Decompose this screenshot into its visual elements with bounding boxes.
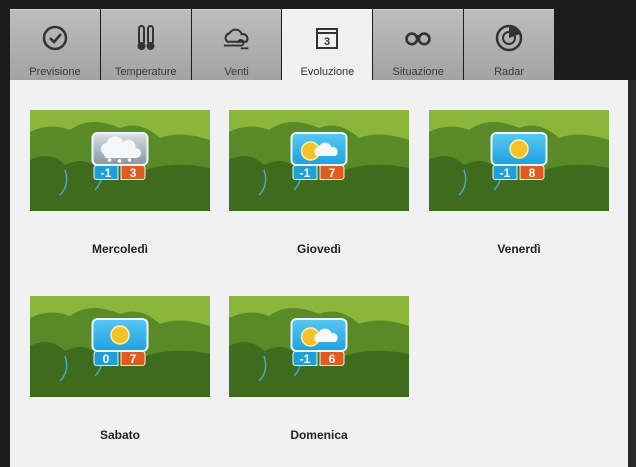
- max-temp: 6: [319, 351, 345, 366]
- forecast-card[interactable]: -1 6 Domenica: [229, 296, 409, 442]
- max-temp: 8: [519, 165, 545, 180]
- min-temp: -1: [492, 165, 518, 180]
- calendar-icon: 3: [312, 23, 342, 53]
- snow-cloud-icon: [91, 132, 149, 166]
- forecast-card[interactable]: -1 3 Mercoledì: [30, 110, 210, 256]
- region-map: -1 6: [229, 296, 409, 397]
- tab-label: Radar: [494, 66, 525, 78]
- max-temp: 7: [319, 165, 345, 180]
- tab-label: Situazione: [392, 66, 444, 78]
- day-label: Giovedì: [296, 242, 341, 256]
- tab-label: Previsione: [29, 66, 81, 78]
- tab-bar: Previsione Temperature Venti 3 Evoluzion…: [10, 9, 555, 80]
- min-temp: -1: [93, 165, 119, 180]
- svg-text:3: 3: [324, 36, 330, 48]
- region-map: 0 7: [30, 296, 210, 397]
- wind-icon: [222, 23, 252, 53]
- radar-icon: [494, 23, 524, 53]
- thermometer-icon: [131, 23, 161, 53]
- min-temp: 0: [93, 351, 119, 366]
- sun-icon: [91, 318, 149, 352]
- forecast-card[interactable]: -1 8 Venerdì: [429, 110, 609, 256]
- day-label: Venerdì: [497, 242, 541, 256]
- max-temp: 3: [120, 165, 146, 180]
- tab-evoluzione[interactable]: 3 Evoluzione: [282, 9, 373, 80]
- day-label: Domenica: [290, 428, 348, 442]
- region-map: -1 3: [30, 110, 210, 211]
- tab-label: Evoluzione: [300, 66, 355, 78]
- min-temp: -1: [292, 351, 318, 366]
- forecast-panel: -1 3 Mercoledì -1 7 Giovedì -1 8 Venerdì…: [10, 80, 628, 467]
- tab-label: Temperature: [114, 66, 177, 78]
- tab-radar[interactable]: Radar: [464, 9, 554, 80]
- region-map: -1 7: [229, 110, 409, 211]
- tab-previsione[interactable]: Previsione: [10, 9, 100, 80]
- forecast-card[interactable]: -1 7 Giovedì: [229, 110, 409, 256]
- scrollbar[interactable]: [628, 80, 636, 467]
- tab-situazione[interactable]: Situazione: [373, 9, 464, 80]
- day-label: Mercoledì: [91, 242, 148, 256]
- day-label: Sabato: [99, 428, 140, 442]
- sun-icon: [490, 132, 548, 166]
- tab-temperature[interactable]: Temperature: [100, 9, 191, 80]
- sun-cloud-icon: [290, 132, 348, 166]
- binoculars-icon: [403, 23, 433, 53]
- sun-cloud-icon: [290, 318, 348, 352]
- min-temp: -1: [292, 165, 318, 180]
- tab-label: Venti: [224, 66, 249, 78]
- tab-venti[interactable]: Venti: [191, 9, 282, 80]
- forecast-card[interactable]: 0 7 Sabato: [30, 296, 210, 442]
- clock-icon: [40, 23, 70, 53]
- max-temp: 7: [120, 351, 146, 366]
- region-map: -1 8: [429, 110, 609, 211]
